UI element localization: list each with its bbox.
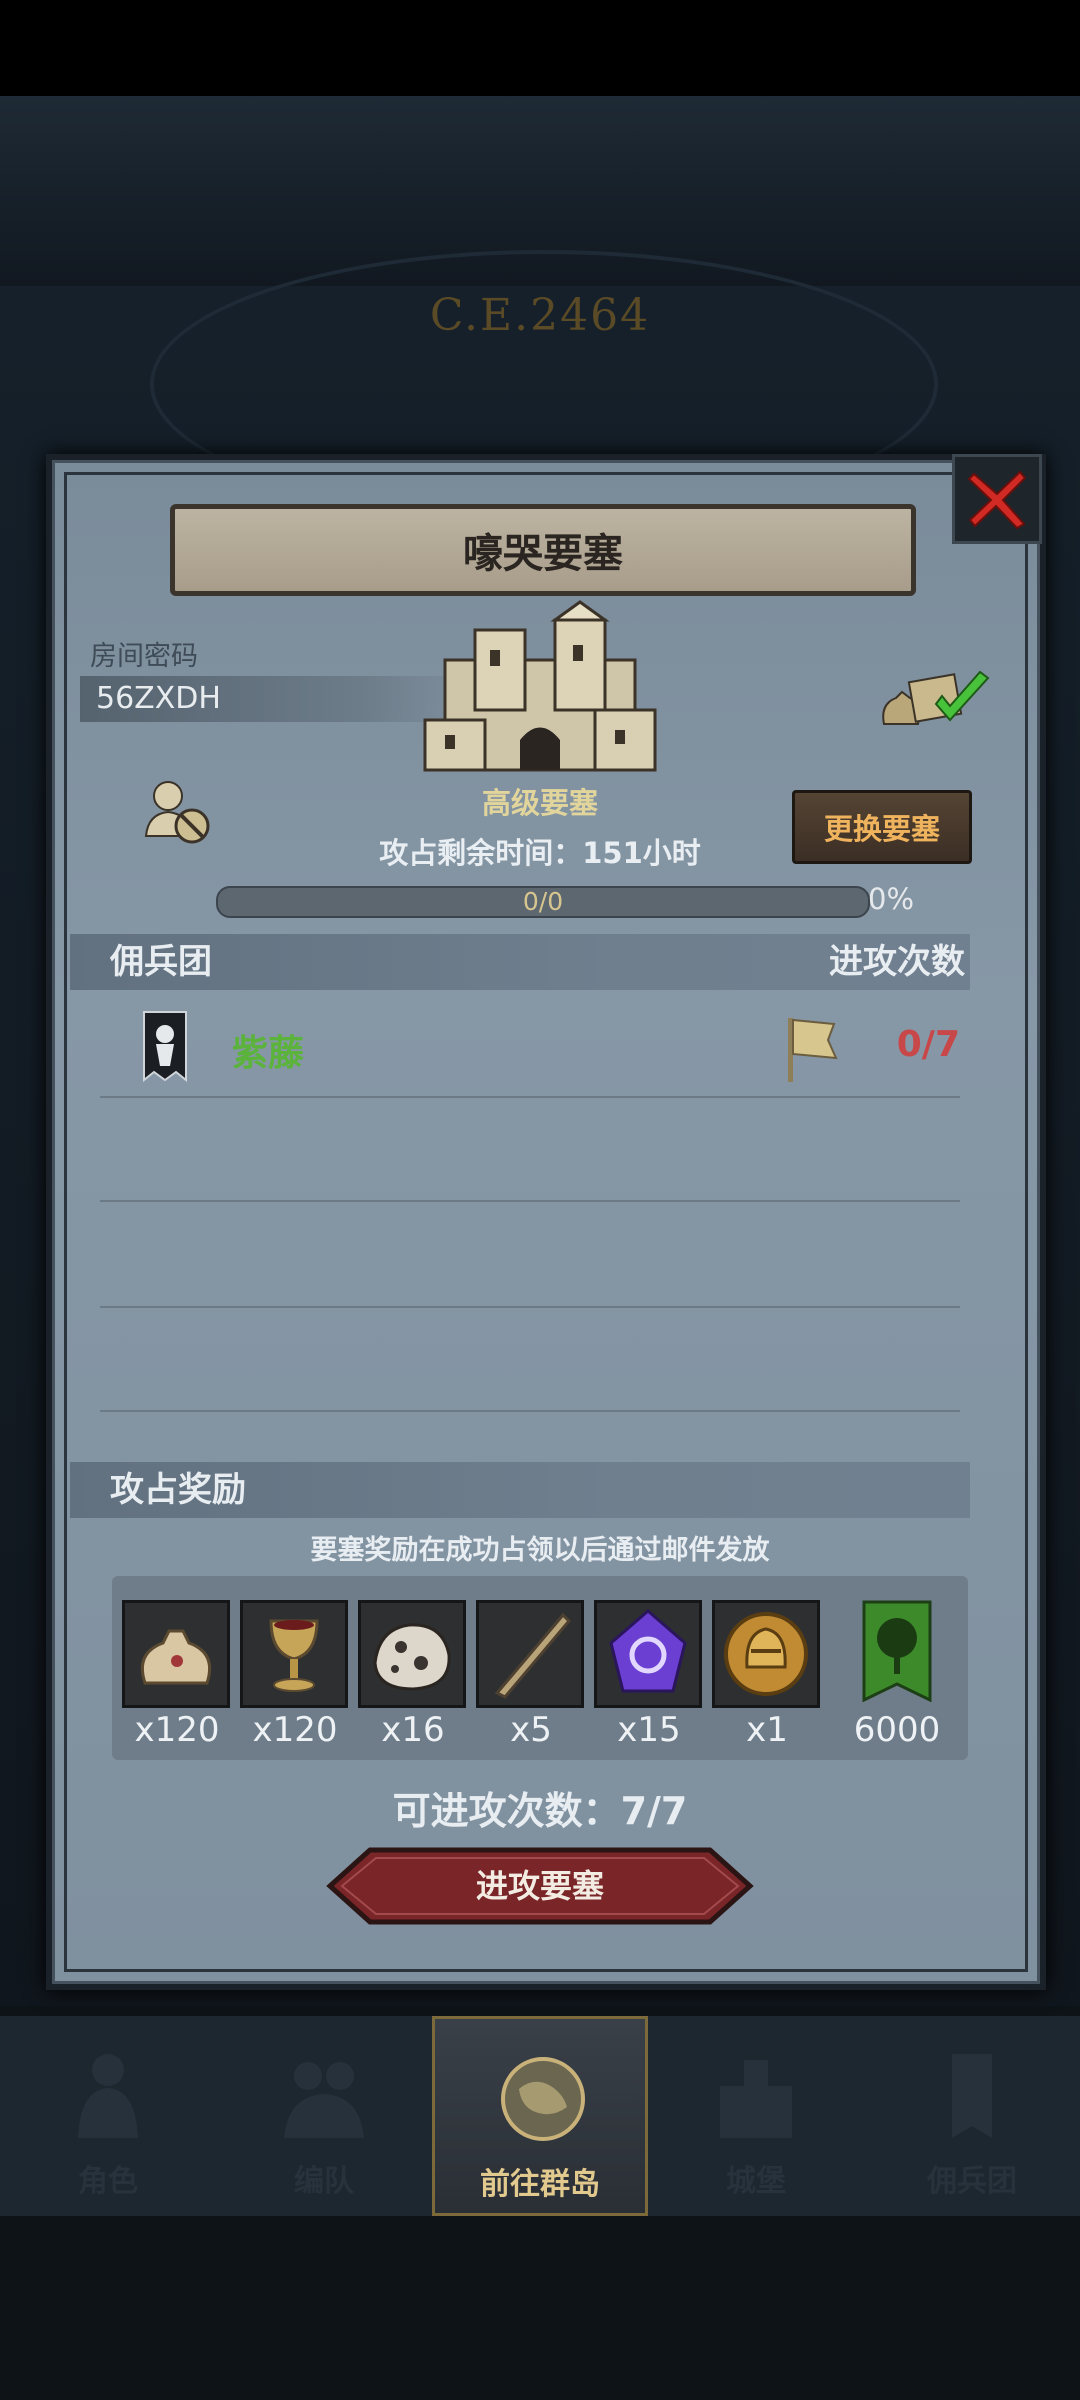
reward-qty: x16	[381, 1710, 445, 1750]
progress-text: 0/0	[522, 887, 564, 916]
globe-icon	[501, 2057, 585, 2141]
attack-fortress-button[interactable]: 进攻要塞	[326, 1846, 754, 1926]
attack-button-label: 进攻要塞	[475, 1867, 604, 1905]
reward-item-goblet[interactable]	[240, 1600, 348, 1708]
purple-crystal-icon	[609, 1609, 687, 1693]
change-fortress-button[interactable]: 更换要塞	[792, 790, 972, 864]
fortress-icon	[423, 600, 657, 772]
room-label: 房间密码	[90, 641, 198, 672]
reward-section-header: 攻占奖励	[70, 1462, 970, 1518]
castle-icon	[720, 2060, 792, 2138]
close-icon	[967, 470, 1027, 530]
knight-icon	[78, 2054, 138, 2138]
reward-qty: x120	[134, 1710, 220, 1750]
capture-progress-bar: 0/0	[216, 886, 870, 918]
nav-label: 角色	[78, 2164, 138, 2199]
loot-bag-check-icon[interactable]	[876, 664, 996, 734]
mercenary-row[interactable]: 紫藤 0/7	[70, 1010, 970, 1094]
goblet-icon	[269, 1619, 319, 1692]
dialog-title: 嚎哭要塞	[463, 531, 623, 577]
bottom-background	[0, 2216, 1080, 2400]
reward-item-crystal[interactable]	[594, 1600, 702, 1708]
nav-label: 佣兵团	[927, 2164, 1017, 2199]
nav-item-castle[interactable]: 城堡	[648, 2016, 864, 2216]
reward-qty: x5	[510, 1710, 552, 1750]
reward-item-ore[interactable]	[358, 1600, 466, 1708]
nav-label: 城堡	[726, 2164, 786, 2199]
formation-icon	[284, 2062, 364, 2138]
reward-header-label: 攻占奖励	[110, 1470, 246, 1510]
nav-item-islands[interactable]: 前往群岛	[432, 2016, 648, 2216]
progress-percent: 0%	[868, 882, 915, 916]
mercenary-name: 紫藤	[232, 1033, 305, 1074]
horn-icon	[494, 1612, 572, 1699]
reward-note: 要塞奖励在成功占领以后通过邮件发放	[310, 1535, 770, 1566]
row-divider	[100, 1200, 960, 1202]
close-button[interactable]	[952, 454, 1042, 544]
mercenary-attack-count: 0/7	[896, 1024, 960, 1065]
reward-item-sack[interactable]	[122, 1600, 230, 1708]
reward-qty: x15	[617, 1710, 681, 1750]
tree-banner-icon	[862, 1600, 932, 1703]
reward-item-helmet-coin[interactable]	[712, 1600, 820, 1708]
nav-item-character[interactable]: 角色	[0, 2016, 216, 2216]
no-user-icon[interactable]	[142, 778, 214, 846]
mercenary-banner-icon	[143, 1011, 187, 1082]
attacks-header-label: 进攻次数	[829, 942, 965, 982]
nav-item-formation[interactable]: 编队	[216, 2016, 432, 2216]
sack-icon	[140, 1629, 212, 1685]
reward-qty: 6000	[853, 1710, 941, 1750]
helmet-coin-icon	[724, 1612, 808, 1696]
fortress-level: 高级要塞	[481, 786, 598, 820]
title-banner: 嚎哭要塞	[170, 504, 916, 596]
row-divider	[100, 1410, 960, 1412]
flag-icon	[788, 1018, 838, 1082]
mercenary-icon	[952, 2054, 992, 2138]
remaining-time: 攻占剩余时间：151小时	[379, 836, 701, 870]
mercenary-section-header: 佣兵团 进攻次数	[70, 934, 970, 990]
nav-item-mercenary[interactable]: 佣兵团	[864, 2016, 1080, 2216]
ore-icon	[373, 1623, 451, 1691]
reward-item-horn[interactable]	[476, 1600, 584, 1708]
nav-label: 编队	[294, 2164, 354, 2199]
reward-item-tree-banner[interactable]	[846, 1600, 954, 1708]
reward-qty: x1	[746, 1710, 788, 1750]
status-bar	[0, 0, 1080, 96]
bottom-navigation: 角色 编队 前往群岛 城堡 佣兵团	[0, 2016, 1080, 2216]
row-divider	[100, 1096, 960, 1098]
available-attacks: 可进攻次数：7/7	[392, 1789, 688, 1833]
nav-label: 前往群岛	[480, 2167, 600, 2202]
reward-qty: x120	[252, 1710, 338, 1750]
mercenary-header-label: 佣兵团	[110, 942, 212, 982]
era-label: C.E.2464	[429, 290, 651, 341]
row-divider	[100, 1306, 960, 1308]
